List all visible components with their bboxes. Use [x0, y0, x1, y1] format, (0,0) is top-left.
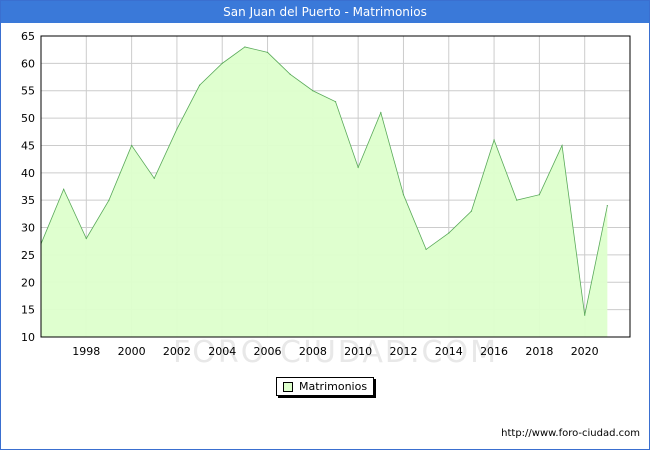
source-url: http://www.foro-ciudad.com: [501, 428, 640, 439]
data-point: [425, 248, 427, 251]
data-point: [108, 199, 110, 201]
data-point: [448, 232, 450, 234]
y-tick-label: 30: [21, 222, 35, 235]
data-point: [176, 128, 178, 130]
data-point: [266, 51, 269, 54]
data-point: [538, 194, 540, 196]
legend-swatch: [283, 382, 293, 392]
data-point: [244, 46, 246, 48]
y-tick-label: 25: [21, 249, 35, 262]
x-tick-label: 2010: [344, 345, 372, 358]
x-tick-label: 1998: [72, 345, 100, 358]
x-tick-label: 2000: [118, 345, 146, 358]
y-tick-label: 40: [21, 167, 35, 180]
data-point: [606, 205, 608, 207]
x-tick-label: 2018: [525, 345, 553, 358]
y-tick-label: 20: [21, 276, 35, 289]
data-point: [131, 144, 133, 147]
x-tick-label: 2014: [435, 345, 463, 358]
data-point: [63, 188, 65, 190]
y-tick-label: 50: [21, 112, 35, 125]
data-point: [402, 194, 405, 196]
legend: Matrimonios: [276, 377, 374, 396]
data-point: [153, 177, 155, 179]
data-point: [312, 90, 314, 92]
data-point: [334, 101, 337, 103]
data-point: [493, 139, 495, 141]
y-tick-label: 55: [21, 85, 35, 98]
data-point: [470, 210, 473, 212]
data-point: [380, 112, 382, 114]
data-point: [561, 144, 563, 147]
data-point: [221, 62, 223, 64]
x-tick-label: 2006: [254, 345, 282, 358]
y-tick-label: 35: [21, 194, 35, 207]
y-tick-label: 10: [21, 331, 35, 344]
y-tick-label: 45: [21, 139, 35, 152]
legend-label: Matrimonios: [299, 380, 368, 393]
data-point: [516, 199, 518, 201]
x-tick-label: 2020: [571, 345, 599, 358]
y-tick-label: 65: [21, 30, 35, 43]
data-point: [289, 73, 291, 75]
data-point: [357, 166, 359, 168]
x-tick-label: 2002: [163, 345, 191, 358]
x-tick-label: 2004: [208, 345, 236, 358]
y-tick-label: 15: [21, 304, 35, 317]
data-point: [584, 314, 586, 316]
x-tick-label: 2008: [299, 345, 327, 358]
data-point: [198, 84, 201, 86]
data-point: [85, 237, 87, 240]
x-tick-label: 2012: [389, 345, 417, 358]
x-tick-label: 2016: [480, 345, 508, 358]
y-tick-label: 60: [21, 57, 35, 70]
